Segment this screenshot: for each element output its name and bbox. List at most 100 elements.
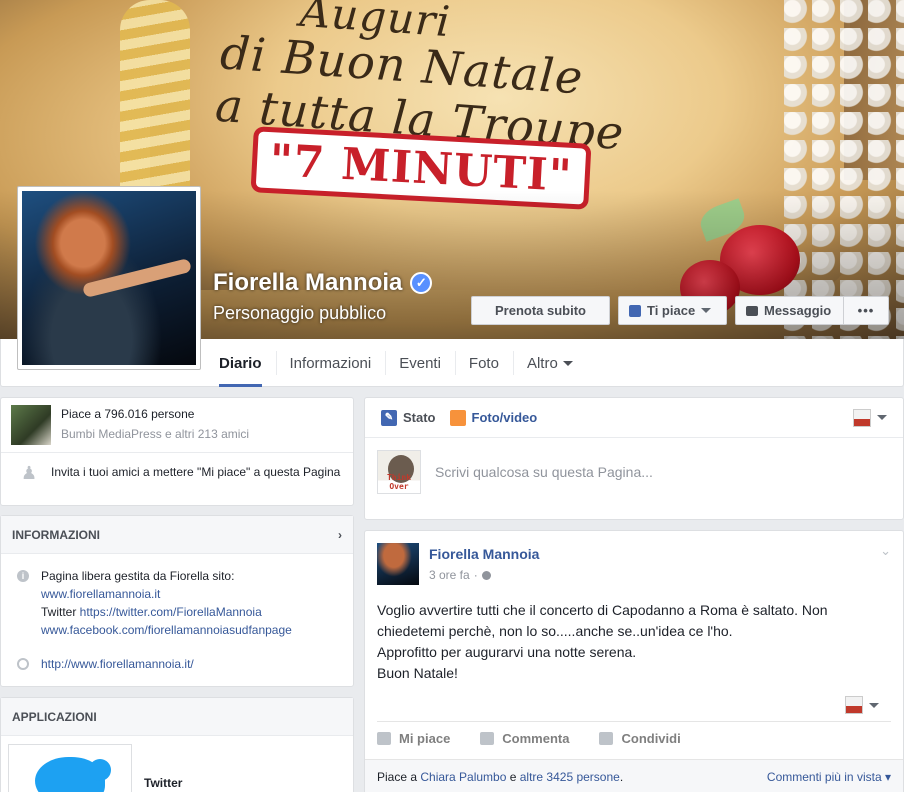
tab-diario[interactable]: Diario <box>205 339 276 387</box>
post-text-line: Voglio avvertire tutti che il concerto d… <box>377 602 828 618</box>
composer-tab-photo-label: Foto/video <box>471 410 538 425</box>
verified-badge-icon: ✓ <box>410 272 433 294</box>
post-share-label: Condividi <box>621 731 681 746</box>
info-icon: i <box>17 570 29 582</box>
avatar-label: Think Over <box>386 473 412 491</box>
post-likers: Piace a Chiara Palumbo e altre 3425 pers… <box>377 770 623 784</box>
chevron-down-icon <box>877 415 887 420</box>
likes-card: Piace a 796.016 persone Bumbi MediaPress… <box>0 397 354 506</box>
apps-card-title: APPLICAZIONI <box>12 709 97 724</box>
actor-avatar <box>853 408 871 427</box>
friends-like[interactable]: Bumbi MediaPress e altri 213 amici <box>61 427 249 441</box>
message-button-group: Messaggio ••• <box>735 296 889 325</box>
invite-friends-icon: ♟ <box>21 463 38 483</box>
website-row: http://www.fiorellamannoia.it/ <box>1 639 353 673</box>
likers-others-link[interactable]: altre 3425 persone <box>520 770 620 784</box>
likers-prefix: Piace a <box>377 769 421 784</box>
top-comments-label: Commenti più in vista <box>766 769 882 784</box>
invite-friends-text: Invita i tuoi amici a mettere "Mi piace"… <box>51 465 341 479</box>
actor-avatar <box>845 696 863 714</box>
twitter-app-name[interactable]: Twitter <box>144 776 182 790</box>
invite-friends[interactable]: ♟ Invita i tuoi amici a mettere "Mi piac… <box>1 453 353 493</box>
page-tabs: Diario Informazioni Eventi Foto Altro <box>205 339 587 387</box>
tab-label: Altro <box>526 354 558 372</box>
post-actions: Mi piace Commenta Condividi <box>377 721 891 755</box>
chevron-down-icon <box>562 360 573 366</box>
page-category: Personaggio pubblico <box>213 303 387 323</box>
post-actor-selector[interactable] <box>845 696 879 714</box>
camera-icon <box>449 409 466 426</box>
book-now-label: Prenota subito <box>494 303 586 318</box>
composer-body: Think Over Scrivi qualcosa su questa Pag… <box>365 438 903 506</box>
about-card-title: INFORMAZIONI <box>12 527 100 542</box>
composer-input[interactable]: Scrivi qualcosa su questa Pagina... <box>435 464 653 480</box>
composer-tab-status-label: Stato <box>403 410 436 425</box>
composer-tabs: ✎ Stato Foto/video <box>365 398 903 438</box>
facebook-link[interactable]: www.facebook.com/fiorellamannoiasudfanpa… <box>41 623 292 637</box>
post-text-line: chiedetemi perchè, non lo so.....anche s… <box>377 623 733 639</box>
tab-informazioni[interactable]: Informazioni <box>275 339 386 387</box>
feed-post: Fiorella Mannoia 3 ore fa · ⌄ Voglio avv… <box>364 530 904 792</box>
post-like-button[interactable]: Mi piace <box>377 731 450 746</box>
post-text: Voglio avvertire tutti che il concerto d… <box>365 585 903 684</box>
apps-card: APPLICAZIONI Twitter <box>0 697 354 792</box>
book-now-button[interactable]: Prenota subito <box>471 296 610 325</box>
message-button[interactable]: Messaggio <box>735 296 844 325</box>
comment-icon <box>480 732 495 745</box>
about-card: INFORMAZIONI › i Pagina libera gestita d… <box>0 515 354 687</box>
website-link[interactable]: http://www.fiorellamannoia.it/ <box>41 657 194 671</box>
like-page-label: Ti piace <box>647 303 696 318</box>
post-share-button[interactable]: Condividi <box>599 731 681 746</box>
tab-label: Diario <box>219 354 262 372</box>
tab-altro[interactable]: Altro <box>512 339 587 387</box>
likers-middle: e <box>506 769 520 784</box>
post-text-line: Buon Natale! <box>377 665 458 681</box>
pencil-icon: ✎ <box>381 409 397 426</box>
page-title[interactable]: Fiorella Mannoia <box>213 269 402 297</box>
post-author-avatar[interactable] <box>377 543 419 585</box>
composer-tab-photo[interactable]: Foto/video <box>449 409 538 426</box>
message-label: Messaggio <box>764 303 832 318</box>
composer-avatar: Think Over <box>377 450 421 494</box>
actor-selector[interactable] <box>853 408 887 427</box>
likers-suffix: . <box>619 769 624 784</box>
about-card-header[interactable]: INFORMAZIONI › <box>1 516 353 554</box>
more-options-button[interactable]: ••• <box>844 296 889 325</box>
post-comment-label: Commenta <box>502 731 570 746</box>
twitter-app-tile[interactable] <box>8 744 132 792</box>
post-comment-button[interactable]: Commenta <box>480 731 569 746</box>
thumbs-up-icon <box>377 732 391 745</box>
cover-actions: Prenota subito Ti piace Messaggio ••• <box>471 296 889 325</box>
top-comments-selector[interactable]: Commenti più in vista ▾ <box>767 770 891 784</box>
like-page-button[interactable]: Ti piace <box>618 296 727 325</box>
tab-foto[interactable]: Foto <box>454 339 513 387</box>
post-timestamp[interactable]: 3 ore fa <box>429 568 470 582</box>
site-link[interactable]: www.fiorellamannoia.it <box>41 587 160 601</box>
globe-icon <box>481 570 491 580</box>
twitter-link[interactable]: https://twitter.com/FiorellaMannoia <box>80 605 262 619</box>
about-text: Pagina libera gestita da Fiorella sito: <box>41 569 235 583</box>
thumbs-up-icon <box>629 304 641 317</box>
tab-label: Foto <box>468 354 499 372</box>
likes-count: Piace a 796.016 persone <box>61 407 195 421</box>
post-composer: ✎ Stato Foto/video Think Over Scrivi qua… <box>364 397 904 520</box>
tab-label: Eventi <box>399 354 441 372</box>
post-text-line: Approfitto per augurarvi una notte seren… <box>377 644 637 660</box>
liker-name-link[interactable]: Chiara Palumbo <box>420 770 506 784</box>
tab-eventi[interactable]: Eventi <box>385 339 455 387</box>
globe-icon <box>17 658 29 670</box>
post-header: Fiorella Mannoia 3 ore fa · ⌄ <box>365 531 903 585</box>
twitter-label: Twitter <box>41 605 80 619</box>
post-meta: 3 ore fa · <box>429 568 539 582</box>
post-options-chevron-icon[interactable]: ⌄ <box>880 543 891 585</box>
more-icon: ••• <box>857 303 875 318</box>
share-icon <box>599 732 614 745</box>
twitter-bird-icon <box>35 757 111 792</box>
profile-photo-detail <box>81 257 193 299</box>
apps-card-header: APPLICAZIONI <box>1 698 353 736</box>
chevron-down-icon <box>701 308 712 313</box>
likes-summary[interactable]: Piace a 796.016 persone Bumbi MediaPress… <box>1 398 353 452</box>
profile-picture[interactable] <box>17 186 201 370</box>
composer-tab-status[interactable]: ✎ Stato <box>381 409 436 426</box>
post-author[interactable]: Fiorella Mannoia <box>429 546 539 562</box>
